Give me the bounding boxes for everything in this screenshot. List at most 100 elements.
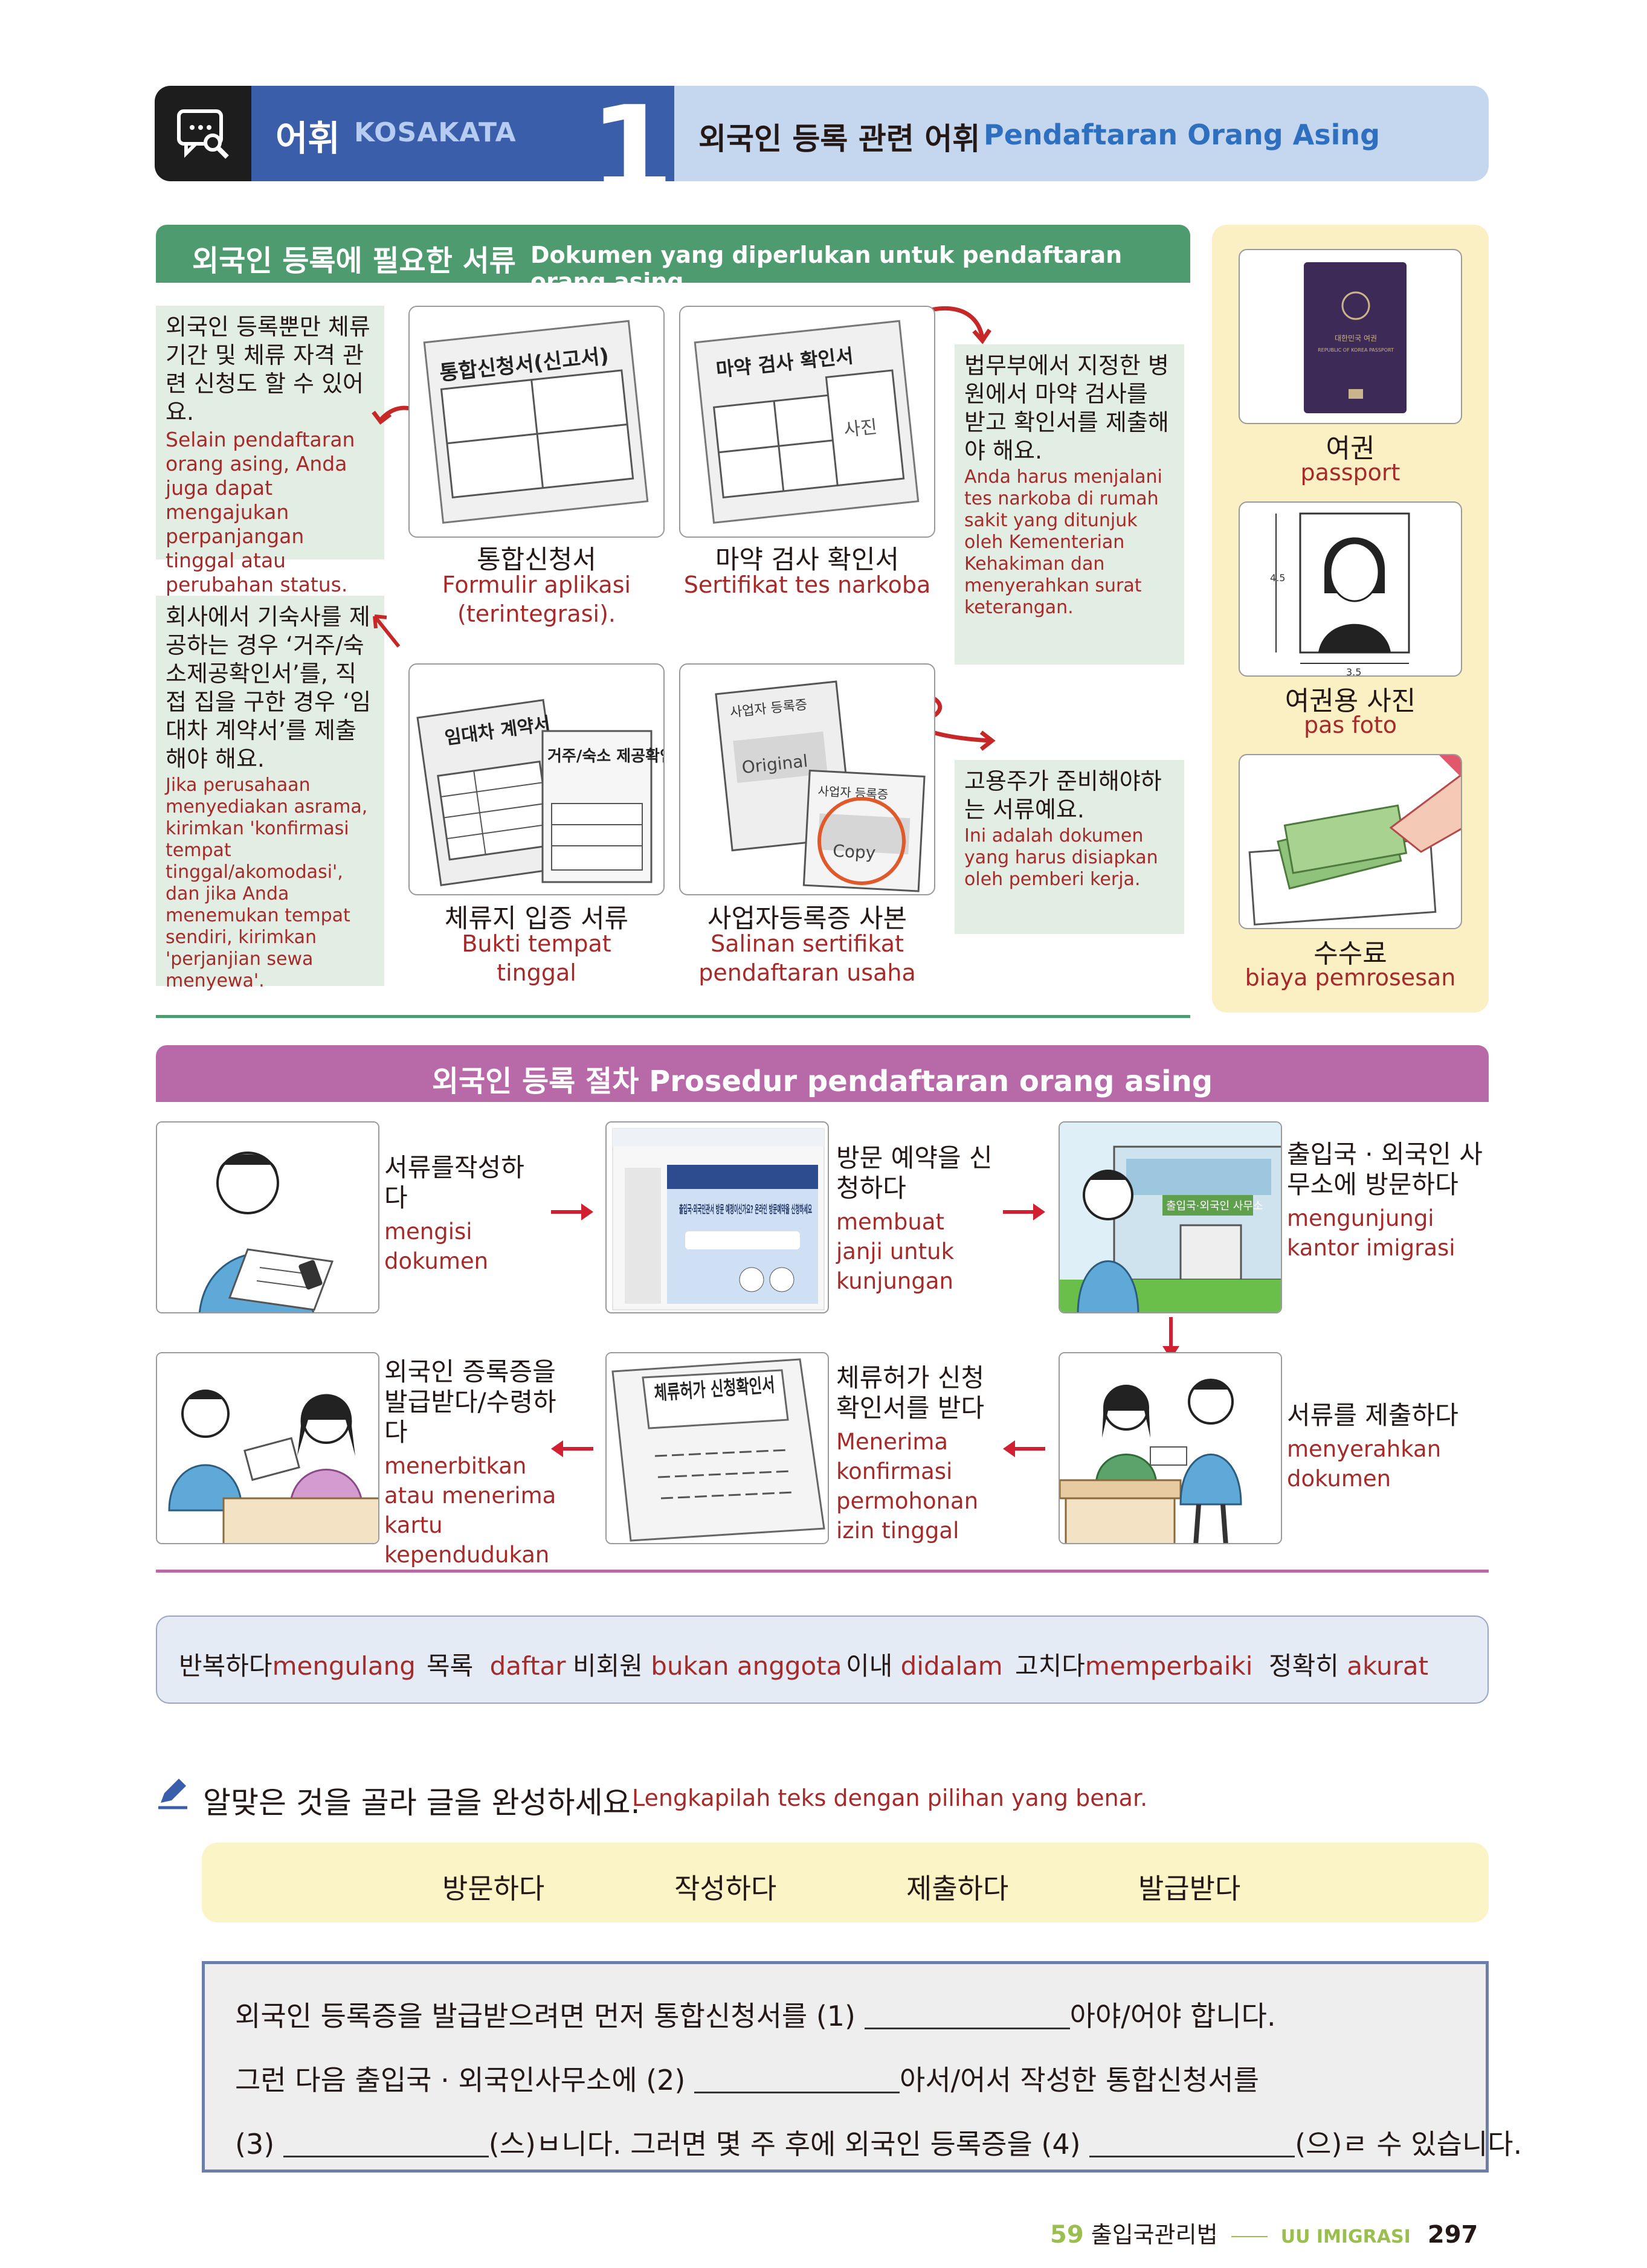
step-2-text: 방문 예약을 신청하다 membuat janji untuk kunjunga… xyxy=(836,1143,993,1296)
documents-section-title: 외국인 등록에 필요한 서류 Dokumen yang diperlukan u… xyxy=(156,225,1190,295)
fee-image xyxy=(1239,754,1462,929)
office-sign: 출입국·외국인 사무소 xyxy=(1166,1200,1263,1213)
note-ko: 고용주가 준비해야하는 서류예요. xyxy=(964,768,1162,823)
side-item-id: pas foto xyxy=(1303,712,1397,738)
vocab-item: 정확히 akurat xyxy=(1269,1651,1429,1681)
vocab-header-tab: 어휘 KOSAKATA 1 xyxy=(251,86,674,211)
step-id: membuat janji untuk kunjungan xyxy=(836,1209,955,1294)
step-receive-card-image xyxy=(156,1352,379,1544)
word-option: 발급받다 xyxy=(1138,1872,1241,1905)
note-residence-proof: 회사에서 기숙사를 제공하는 경우 ‘거주/숙소제공확인서’를, 직접 집을 구… xyxy=(156,596,384,991)
doc-name-id: Salinan sertifikat pendaftaran usaha xyxy=(698,930,916,986)
web-banner-text: 출입국·외국인관서 방문 예정이신가요? 온라인 방문예약을 신청하세요 xyxy=(679,1203,812,1216)
passage-line: 그런 다음 출입국 · 외국인사무소에 (2) 아서/어서 작성한 통합신청서를 xyxy=(235,2064,1259,2096)
passport-image: 대한민국 여권 REPUBLIC OF KOREA PASSPORT xyxy=(1239,249,1462,424)
doc-name-id: Bukti tempat tinggal xyxy=(462,930,611,986)
step-ko: 외국인 증록증을 발급받다/수령하다 xyxy=(384,1357,556,1447)
page-number: 297 xyxy=(1427,2221,1478,2249)
vocab-item: 목록 daftar xyxy=(427,1651,566,1681)
step-id: menerbitkan atau menerima kartu kependud… xyxy=(384,1453,556,1568)
step-fill-documents-image xyxy=(156,1121,379,1313)
arrow-right-icon xyxy=(1003,1203,1045,1220)
word-option: 방문하다 xyxy=(442,1872,545,1905)
step-submit-documents-image xyxy=(1059,1352,1282,1544)
passage-line: (3) (스)ㅂ니다. 그러면 몇 주 후에 외국인 등록증을 (4) (으)ㄹ… xyxy=(235,2128,1523,2160)
step-online-reservation-image: 출입국·외국인관서 방문 예정이신가요? 온라인 방문예약을 신청하세요 xyxy=(605,1121,829,1313)
side-item-id: passport xyxy=(1300,459,1400,486)
passage-line: 외국인 등록증을 발급받으려면 먼저 통합신청서를 (1) 아야/어야 합니다. xyxy=(235,2000,1276,2032)
passport-text-en: REPUBLIC OF KOREA PASSPORT xyxy=(1318,347,1394,353)
accommodation-image-label: 거주/숙소 제공확인서 xyxy=(547,747,665,765)
chapter-title-ko: 출입국관리법 xyxy=(1091,2221,1218,2248)
step-id: menyerahkan dokumen xyxy=(1287,1436,1442,1492)
lesson-number: 1 xyxy=(590,80,674,221)
documents-title-id: Dokumen yang diperlukan untuk pendaftara… xyxy=(530,242,1123,295)
section-title-id: KOSAKATA xyxy=(354,117,517,148)
topic-title-ko: 외국인 등록 관련 어휘 xyxy=(698,121,981,156)
side-documents-panel: 대한민국 여권 REPUBLIC OF KOREA PASSPORT 여권 pa… xyxy=(1212,225,1489,1013)
fill-in-passage: 외국인 등록증을 발급받으려면 먼저 통합신청서를 (1) 아야/어야 합니다.… xyxy=(202,1961,1522,2173)
step-ko: 방문 예약을 신청하다 xyxy=(836,1143,993,1203)
word-option: 제출하다 xyxy=(906,1872,1009,1905)
blank-3[interactable] xyxy=(283,2133,489,2157)
note-ko: 회사에서 기숙사를 제공하는 경우 ‘거주/숙소제공확인서’를, 직접 집을 구… xyxy=(166,604,372,772)
note-id: Anda harus menjalani tes narkoba di ruma… xyxy=(964,466,1162,618)
blank-1[interactable] xyxy=(864,2005,1070,2029)
documents-title-ko: 외국인 등록에 필요한 서류 xyxy=(192,244,516,278)
note-ko: 외국인 등록뿐만 체류 기간 및 체류 자격 관련 신청도 할 수 있어요. xyxy=(166,314,370,425)
step-id: Menerima konfirmasi permohonan izin ting… xyxy=(836,1429,979,1544)
section-divider xyxy=(156,1570,1489,1573)
drug-test-certificate-image: 사진 마약 검사 확인서 xyxy=(679,306,935,538)
step-ko: 서류를작성하다 xyxy=(384,1153,524,1213)
pencil-icon xyxy=(158,1779,187,1809)
step-3-text: 출입국 · 외국인 사무소에 방문하다 mengunjungi kantor i… xyxy=(1287,1139,1486,1263)
step-ko: 서류를 제출하다 xyxy=(1287,1400,1458,1430)
section-title-ko: 어휘 xyxy=(276,118,340,159)
step-6-text: 외국인 증록증을 발급받다/수령하다 menerbitkan atau mene… xyxy=(384,1357,566,1570)
page-footer: 59 출입국관리법 UU IMIGRASI 297 xyxy=(1050,2216,1478,2249)
passport-text-ko: 대한민국 여권 xyxy=(1335,334,1377,343)
note-id: Jika perusahaan menyediakan asrama, kiri… xyxy=(166,775,368,991)
step-ko: 출입국 · 외국인 사무소에 방문하다 xyxy=(1287,1139,1483,1199)
passport-photo-image: 4.5 3.5 xyxy=(1239,501,1462,677)
step-id: mengunjungi kantor imigrasi xyxy=(1287,1205,1455,1261)
step-visit-office-image: 출입국·외국인 사무소 xyxy=(1059,1121,1282,1313)
vocab-section-icon xyxy=(155,86,251,181)
step-ko: 체류허가 신청 확인서를 받다 xyxy=(836,1363,985,1423)
step-4-text: 서류를 제출하다 menyerahkan dokumen xyxy=(1287,1400,1486,1493)
procedure-title: 외국인 등록 절차 Prosedur pendaftaran orang asi… xyxy=(431,1065,1213,1098)
note-employer-docs: 고용주가 준비해야하는 서류예요. Ini adalah dokumen yan… xyxy=(955,760,1184,934)
note-id: Selain pendaftaran orang asing, Anda jug… xyxy=(166,428,355,596)
step-5-text: 체류허가 신청 확인서를 받다 Menerima konfirmasi perm… xyxy=(836,1363,993,1545)
integrated-form-image: 통합신청서(신고서) xyxy=(408,306,665,538)
footer-rule xyxy=(1231,2235,1268,2237)
chapter-number: 59 xyxy=(1050,2221,1084,2249)
word-options-box: 방문하다 작성하다 제출하다 발급받다 xyxy=(202,1843,1489,1922)
vocab-item: 이내 didalam xyxy=(846,1651,1003,1681)
vocab-item: 비회원 bukan anggota xyxy=(573,1651,842,1681)
photo-height-label: 4.5 xyxy=(1270,572,1285,584)
word-option: 작성하다 xyxy=(674,1872,777,1905)
blank-4[interactable] xyxy=(1089,2133,1295,2157)
exercise-instruction-id: Lengkapilah teks dengan pilihan yang ben… xyxy=(632,1785,1148,1811)
step-1-text: 서류를작성하다 mengisi dokumen xyxy=(384,1153,541,1276)
note-ko: 법무부에서 지정한 병원에서 마약 검사를 받고 확인서를 제출해야 해요. xyxy=(964,352,1169,464)
step-id: mengisi dokumen xyxy=(384,1219,489,1274)
blank-2[interactable] xyxy=(694,2069,900,2093)
doc-name-id: Formulir aplikasi (terintegrasi). xyxy=(442,572,631,627)
note-id: Ini adalah dokumen yang harus disiapkan … xyxy=(964,825,1158,890)
photo-label: 사진 xyxy=(843,416,878,441)
topic-title-id: Pendaftaran Orang Asing xyxy=(984,118,1381,151)
extra-vocab-box: 반복하다mengulang 목록 daftar 비회원 bukan anggot… xyxy=(156,1616,1489,1704)
exercise-instruction-ko: 알맞은 것을 골라 글을 완성하세요. xyxy=(203,1785,640,1820)
arrow-left-icon xyxy=(1003,1440,1045,1457)
section-divider xyxy=(156,1015,1190,1018)
chat-magnifier-icon xyxy=(177,109,229,159)
doc-name-id: Sertifikat tes narkoba xyxy=(683,572,931,598)
arrow-right-icon xyxy=(551,1203,593,1220)
note-drug-test: 법무부에서 지정한 병원에서 마약 검사를 받고 확인서를 제출해야 해요. A… xyxy=(955,344,1184,665)
residence-proof-image: 임대차 계약서 거주/숙소 제공확인서 xyxy=(408,663,665,895)
vocab-item: 고치다memperbaiki xyxy=(1015,1651,1253,1681)
photo-width-label: 3.5 xyxy=(1346,666,1361,677)
step-receive-confirmation-image: 체류허가 신청확인서 xyxy=(605,1352,829,1544)
